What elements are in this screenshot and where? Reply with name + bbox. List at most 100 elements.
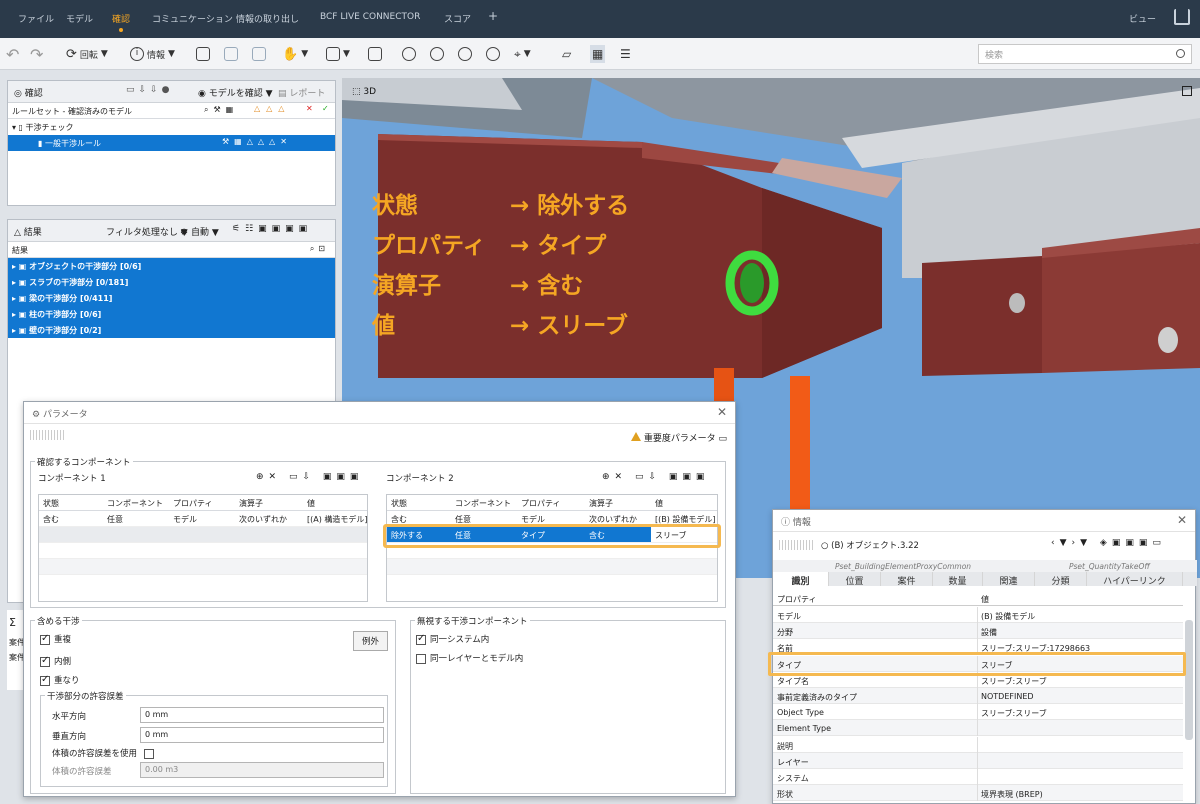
zoom-window-icon xyxy=(486,47,500,61)
view-menu[interactable]: ビュー xyxy=(1129,12,1156,25)
horizontal-tolerance-field[interactable]: 0 mm xyxy=(140,707,384,723)
ruleset-item-clash-check[interactable]: ▾ ▯ 干渉チェック xyxy=(8,119,335,135)
checkbox-same-system[interactable]: 同一システム内 xyxy=(416,633,489,645)
result-item[interactable]: ▸ ▣ 梁の干渉部分 [0/411] xyxy=(8,290,335,306)
property-row[interactable]: 説明 xyxy=(773,736,1183,753)
property-row[interactable]: Element Type xyxy=(773,720,1183,737)
table-row[interactable] xyxy=(39,559,367,575)
table-row[interactable] xyxy=(39,527,367,543)
tab-identification[interactable]: 識別 xyxy=(773,572,829,587)
checkbox-overlay[interactable]: 重なり xyxy=(40,674,80,686)
report-button[interactable]: ▤ レポート xyxy=(278,86,325,99)
zoom-out-button[interactable] xyxy=(458,45,472,63)
tab-quantity[interactable]: 数量 xyxy=(933,572,983,587)
folder-icon[interactable]: ▭⇩⇩● xyxy=(126,85,173,95)
layers-button[interactable]: ☰ xyxy=(620,45,631,63)
redo-button[interactable]: ↷ xyxy=(30,45,43,64)
header-operator: 演算子 xyxy=(239,499,263,508)
chevron-down-icon: ▼ xyxy=(301,49,309,59)
section-box-button[interactable] xyxy=(368,45,382,63)
tab-hyperlink[interactable]: ハイパーリンク xyxy=(1087,572,1183,587)
info-button[interactable]: i 情報 ▼ xyxy=(130,45,175,63)
filter-dropdown[interactable]: フィルタ処理なし ▼ xyxy=(106,225,188,238)
cross-icon: ✕ xyxy=(306,104,313,113)
tab-file[interactable]: ファイル xyxy=(18,12,54,25)
select-objects-button[interactable] xyxy=(196,45,210,63)
close-icon[interactable]: ✕ xyxy=(717,405,727,419)
pset-tab[interactable]: Pset_BuildingElementProxyCommon xyxy=(835,562,971,571)
rule-label: 一般干渉ルール xyxy=(44,139,101,148)
tab-bcf-live-connector[interactable]: BCF LIVE CONNECTOR xyxy=(320,12,420,22)
zoom-window-button[interactable] xyxy=(486,45,500,63)
tab-model[interactable]: モデル xyxy=(66,12,93,25)
drag-handle[interactable] xyxy=(779,540,813,550)
exception-button[interactable]: 例外 xyxy=(353,631,389,651)
result-item[interactable]: ▸ ▣ スラブの干渉部分 [0/181] xyxy=(8,274,335,290)
checkbox-same-layer-model[interactable]: 同一レイヤーとモデル内 xyxy=(416,652,523,664)
volume-label: 体積の許容誤差 xyxy=(52,767,112,777)
tab-score[interactable]: スコア xyxy=(444,12,471,25)
rotate-button[interactable]: ⟳ 回転 ▼ xyxy=(66,45,108,63)
results-column-header: 結果 ⌕⊡ xyxy=(8,242,335,258)
view-cube-button[interactable]: ▼ xyxy=(326,45,350,63)
drag-handle[interactable] xyxy=(30,430,64,440)
zoom-in-button[interactable] xyxy=(430,45,444,63)
result-item[interactable]: ▸ ▣ 壁の干渉部分 [0/2] xyxy=(8,322,335,338)
expand-icon: ▸ ▣ xyxy=(12,294,30,303)
tab-relations[interactable]: 関連 xyxy=(983,572,1035,587)
component1-toolbar-icons[interactable]: ⊕✕ ▭⇩ ▣▣▣ xyxy=(256,472,363,482)
table-row[interactable]: 含む 任意 モデル 次のいずれか [(A) 構造モデル] xyxy=(39,511,367,527)
undo-button[interactable]: ↶ xyxy=(6,45,19,64)
zoom-fit-button[interactable] xyxy=(402,45,416,63)
rule-item-general-clash[interactable]: ▮ 一般干渉ルール ⚒▦△△△✕ xyxy=(8,135,335,151)
property-row[interactable]: Object Type スリーブ:スリーブ xyxy=(773,704,1183,721)
home-icon[interactable] xyxy=(1174,9,1190,25)
property-row[interactable]: 分野 設備 xyxy=(773,623,1183,640)
checkbox-overlap[interactable]: 重複 xyxy=(40,633,71,645)
cell-value: [(A) 構造モデル] xyxy=(307,515,367,524)
info-toolbar-icons[interactable]: ‹▼›▼ ◈▣▣▣▭ xyxy=(1051,538,1166,548)
header-state: 状態 xyxy=(391,499,407,508)
add-tab-button[interactable]: + xyxy=(488,9,498,23)
pick-button[interactable]: ⌖ ▼ xyxy=(514,45,531,63)
maximize-icon[interactable] xyxy=(1182,86,1192,96)
property-row[interactable]: システム xyxy=(773,769,1183,785)
checkbox-inside[interactable]: 内側 xyxy=(40,655,71,667)
property-row[interactable]: 事前定義済みのタイプ NOTDEFINED xyxy=(773,688,1183,704)
volume-tolerance-field[interactable]: 0.00 m3 xyxy=(140,762,384,778)
property-row[interactable]: レイヤー xyxy=(773,752,1183,769)
results-column-label: 結果 xyxy=(12,246,28,255)
map-button[interactable]: ▦ xyxy=(590,45,606,63)
results-toolbar-icons[interactable]: ⚟☷▣▣▣▣ xyxy=(232,224,312,234)
plane-button[interactable]: ▱ xyxy=(562,45,571,63)
volume-tolerance-toggle[interactable]: 体積の許容誤差を使用 xyxy=(52,747,158,759)
table-row[interactable] xyxy=(39,543,367,559)
property-row[interactable]: モデル (B) 設備モデル xyxy=(773,607,1183,623)
search-input[interactable]: 検索 xyxy=(978,44,1192,64)
isolate-button[interactable] xyxy=(252,45,266,63)
include-group-label: 含める干渉 xyxy=(35,615,82,627)
component2-toolbar-icons[interactable]: ⊕✕ ▭⇩ ▣▣▣ xyxy=(602,472,709,482)
tab-communication[interactable]: コミュニケーション xyxy=(152,12,233,25)
tab-location[interactable]: 位置 xyxy=(829,572,881,587)
property-row[interactable]: 形状 境界表現 (BREP) xyxy=(773,785,1183,802)
tab-case[interactable]: 案件 xyxy=(881,572,933,587)
severity-parameters-button[interactable]: 重要度パラメータ ▭ xyxy=(631,431,727,444)
result-item[interactable]: ▸ ▣ オブジェクトの干渉部分 [0/6] xyxy=(8,258,335,274)
vertical-tolerance-field[interactable]: 0 mm xyxy=(140,727,384,743)
pset-tab[interactable]: Pset_QuantityTakeOff xyxy=(1069,562,1150,571)
table-row[interactable] xyxy=(387,559,717,575)
check-model-button[interactable]: ◉ モデルを確認 ▼ xyxy=(198,86,273,99)
tab-classification[interactable]: 分類 xyxy=(1035,572,1087,587)
tab-check[interactable]: 確認 xyxy=(112,12,130,25)
result-item[interactable]: ▸ ▣ 柱の干渉部分 [0/6] xyxy=(8,306,335,322)
component1-header: 状態 コンポーネント プロパティ 演算子 値 xyxy=(39,495,367,511)
object-selector[interactable]: ○ (B) オブジェクト.3.22 xyxy=(821,539,919,551)
auto-dropdown[interactable]: ⚙ 自動 ▼ xyxy=(180,225,219,238)
close-icon[interactable]: ✕ xyxy=(1177,513,1187,527)
walk-button[interactable]: ✋ ▼ xyxy=(282,45,308,63)
checkbox-label: 同一レイヤーとモデル内 xyxy=(430,654,524,664)
tab-information-takeoff[interactable]: 情報の取り出し xyxy=(236,12,299,25)
select-multiple-button[interactable] xyxy=(224,45,238,63)
scrollbar[interactable] xyxy=(1185,620,1193,740)
